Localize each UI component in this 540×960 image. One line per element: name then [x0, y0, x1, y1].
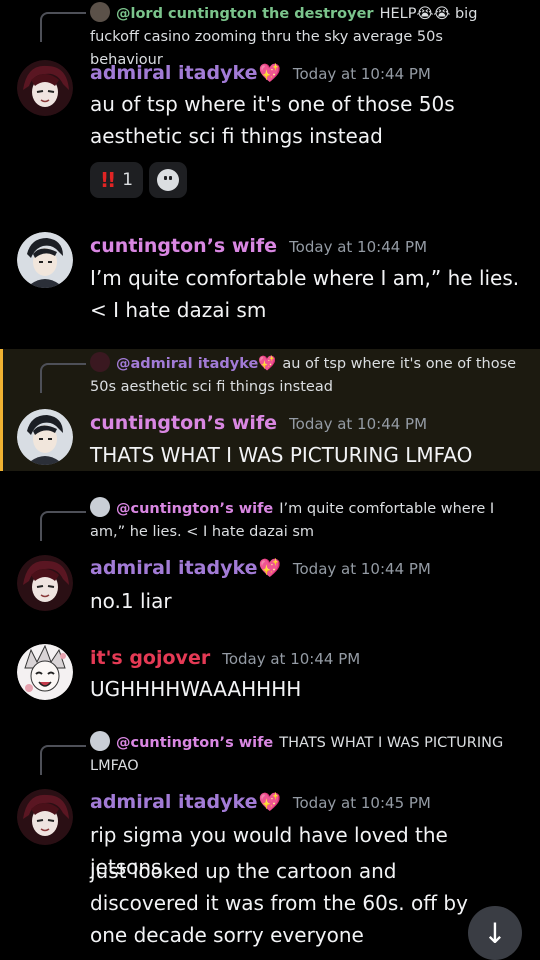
avatar-admiral-itadyke[interactable] — [17, 789, 73, 845]
message-header: admiral itadyke💖 Today at 10:45 PM — [90, 791, 431, 813]
heart-emoji: 💖 — [258, 558, 281, 579]
arrow-down-icon: ↓ — [483, 916, 507, 950]
message-highlighted: @admiral itadyke💖 au of tsp where it's on… — [0, 349, 540, 471]
reply-author[interactable]: @cuntington’s wife — [116, 735, 273, 751]
timestamp: Today at 10:44 PM — [222, 650, 361, 668]
author-name[interactable]: cuntington’s wife — [90, 412, 277, 434]
author-name[interactable]: admiral itadyke — [90, 557, 257, 579]
reply-connector — [40, 363, 86, 393]
timestamp: Today at 10:44 PM — [292, 65, 431, 83]
message: @lord cuntington the destroyer HELP😭😭 big… — [0, 0, 540, 210]
message-header: admiral itadyke💖 Today at 10:44 PM — [90, 557, 431, 579]
reply-avatar — [90, 497, 110, 517]
smile-icon — [157, 169, 180, 191]
avatar-its-gojover[interactable] — [17, 644, 73, 700]
reply-connector — [40, 745, 86, 775]
message-header: admiral itadyke💖 Today at 10:44 PM — [90, 62, 431, 84]
avatar-admiral-itadyke[interactable] — [17, 555, 73, 611]
author-name[interactable]: admiral itadyke — [90, 62, 257, 84]
message-body-continued: just looked up the cartoon and discovere… — [90, 859, 468, 947]
reply-author[interactable]: @cuntington’s wife — [116, 501, 273, 517]
reaction-count: 1 — [122, 170, 134, 190]
message-body: au of tsp where it's one of those 50s ae… — [90, 92, 455, 148]
reply-avatar — [90, 731, 110, 751]
reply-avatar — [90, 352, 110, 372]
message: @cuntington’s wife I’m quite comfortable … — [0, 497, 540, 622]
author-name[interactable]: admiral itadyke — [90, 791, 257, 813]
add-reaction-button[interactable] — [149, 162, 188, 198]
avatar-cuntingtons-wife[interactable] — [17, 232, 73, 288]
message-header: cuntington’s wife Today at 10:44 PM — [90, 235, 427, 257]
heart-emoji: 💖 — [258, 792, 281, 813]
reply-preview[interactable]: @cuntington’s wife THATS WHAT I WAS PICTU… — [90, 731, 520, 778]
message: @cuntington’s wife THATS WHAT I WAS PICTU… — [0, 731, 540, 960]
message-body: I’m quite comfortable where I am,” he li… — [90, 266, 520, 322]
message: cuntington’s wife Today at 10:44 PM I’m q… — [0, 228, 540, 338]
timestamp: Today at 10:44 PM — [289, 238, 428, 256]
reaction-exclamation[interactable]: !! 1 — [90, 162, 144, 198]
message-body: THATS WHAT I WAS PICTURING LMFAO — [90, 443, 473, 467]
reply-preview[interactable]: @cuntington’s wife I’m quite comfortable … — [90, 497, 520, 544]
message-body: no.1 liar — [90, 589, 172, 613]
reply-author[interactable]: @lord cuntington the destroyer — [116, 6, 374, 22]
reply-author[interactable]: @admiral itadyke💖 — [116, 356, 276, 372]
heart-emoji: 💖 — [258, 63, 281, 84]
reply-preview[interactable]: @admiral itadyke💖 au of tsp where it's on… — [90, 352, 520, 399]
message-header: it's gojover Today at 10:44 PM — [90, 647, 360, 669]
reply-connector — [40, 511, 86, 541]
avatar-admiral-itadyke[interactable] — [17, 60, 73, 116]
reply-connector — [40, 12, 86, 42]
message-feed: @lord cuntington the destroyer HELP😭😭 big… — [0, 0, 540, 960]
reply-avatar — [90, 2, 110, 22]
message-header: cuntington’s wife Today at 10:44 PM — [90, 412, 427, 434]
reactions: !! 1 — [90, 162, 188, 198]
message: it's gojover Today at 10:44 PM UGHHHHWAAA… — [0, 642, 540, 722]
timestamp: Today at 10:44 PM — [289, 415, 428, 433]
avatar-cuntingtons-wife[interactable] — [17, 409, 73, 465]
timestamp: Today at 10:45 PM — [292, 794, 431, 812]
double-exclamation-icon: !! — [100, 168, 116, 192]
author-name[interactable]: it's gojover — [90, 647, 210, 669]
jump-to-present-button[interactable]: ↓ — [468, 906, 522, 960]
timestamp: Today at 10:44 PM — [292, 560, 431, 578]
author-name[interactable]: cuntington’s wife — [90, 235, 277, 257]
message-body: UGHHHHWAAAHHHH — [90, 677, 302, 701]
